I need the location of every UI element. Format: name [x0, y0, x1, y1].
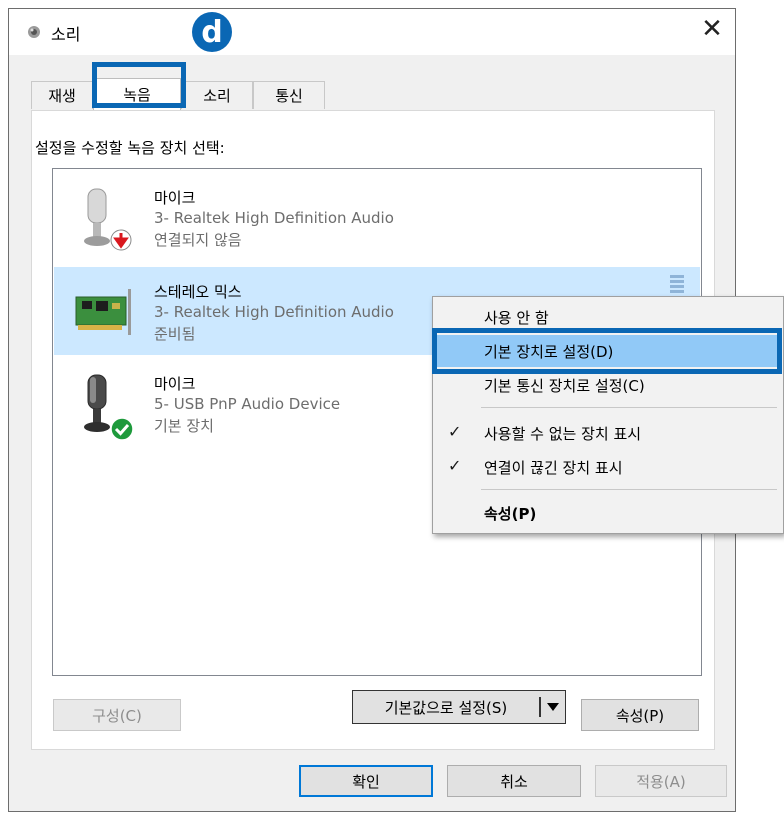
device-description: 5- USB PnP Audio Device [154, 395, 341, 413]
menu-item-show-disabled[interactable]: ✓ 사용할 수 없는 장치 표시 [434, 417, 780, 449]
checkmark-icon: ✓ [448, 456, 462, 475]
cancel-button[interactable]: 취소 [447, 765, 581, 797]
title-bar: 소리 ✕ [9, 9, 735, 55]
checkmark-icon: ✓ [448, 422, 462, 441]
menu-item-label: 기본 장치로 설정(D) [484, 343, 614, 361]
ok-button[interactable]: 확인 [299, 765, 433, 797]
instruction-label: 설정을 수정할 녹음 장치 선택: [35, 139, 225, 157]
menu-item-set-default[interactable]: 기본 장치로 설정(D) [434, 335, 780, 367]
device-status: 기본 장치 [154, 417, 214, 435]
step-badge: d [192, 12, 232, 52]
caret-down-icon [547, 703, 559, 711]
default-check-icon [110, 417, 134, 441]
menu-item-properties[interactable]: 속성(P) [434, 497, 780, 529]
close-button[interactable]: ✕ [689, 9, 735, 49]
sound-card-icon [75, 289, 131, 335]
menu-item-label: 사용할 수 없는 장치 표시 [484, 425, 642, 443]
menu-item-label: 연결이 끊긴 장치 표시 [484, 459, 623, 477]
properties-button[interactable]: 속성(P) [581, 699, 699, 731]
context-menu: 사용 안 함 기본 장치로 설정(D) 기본 통신 장치로 설정(C) ✓ 사용… [432, 296, 784, 534]
menu-item-label: 사용 안 함 [484, 309, 549, 327]
speaker-icon [28, 26, 40, 38]
window-title: 소리 [51, 25, 81, 44]
tab-playback[interactable]: 재생 [31, 81, 93, 109]
device-description: 3- Realtek High Definition Audio [154, 209, 394, 227]
device-name: 스테레오 믹스 [154, 283, 242, 301]
device-status: 준비됨 [154, 325, 196, 343]
menu-item-show-disconnected[interactable]: ✓ 연결이 끊긴 장치 표시 [434, 451, 780, 483]
menu-item-label: 속성(P) [484, 505, 537, 523]
set-default-split-button[interactable]: 기본값으로 설정(S) [352, 690, 566, 724]
disconnected-arrow-icon [110, 229, 132, 251]
menu-item-set-default-comm[interactable]: 기본 통신 장치로 설정(C) [434, 369, 780, 401]
configure-button[interactable]: 구성(C) [53, 699, 181, 731]
menu-item-label: 기본 통신 장치로 설정(C) [484, 377, 645, 395]
device-description: 3- Realtek High Definition Audio [154, 303, 394, 321]
device-name: 마이크 [154, 375, 196, 393]
device-status: 연결되지 않음 [154, 231, 242, 249]
menu-separator [481, 489, 777, 490]
level-meter [670, 275, 684, 295]
device-item[interactable]: 마이크 3- Realtek High Definition Audio 연결되… [54, 173, 700, 261]
set-default-button[interactable]: 기본값으로 설정(S) [353, 691, 539, 723]
set-default-dropdown[interactable] [541, 691, 565, 723]
menu-separator [481, 407, 777, 408]
tab-communications[interactable]: 통신 [253, 81, 325, 109]
device-name: 마이크 [154, 189, 196, 207]
tab-sounds[interactable]: 소리 [181, 81, 253, 109]
tab-recording[interactable]: 녹음 [93, 78, 181, 110]
close-icon: ✕ [701, 14, 723, 44]
apply-button[interactable]: 적용(A) [595, 765, 727, 797]
menu-item-disable[interactable]: 사용 안 함 [434, 301, 780, 333]
